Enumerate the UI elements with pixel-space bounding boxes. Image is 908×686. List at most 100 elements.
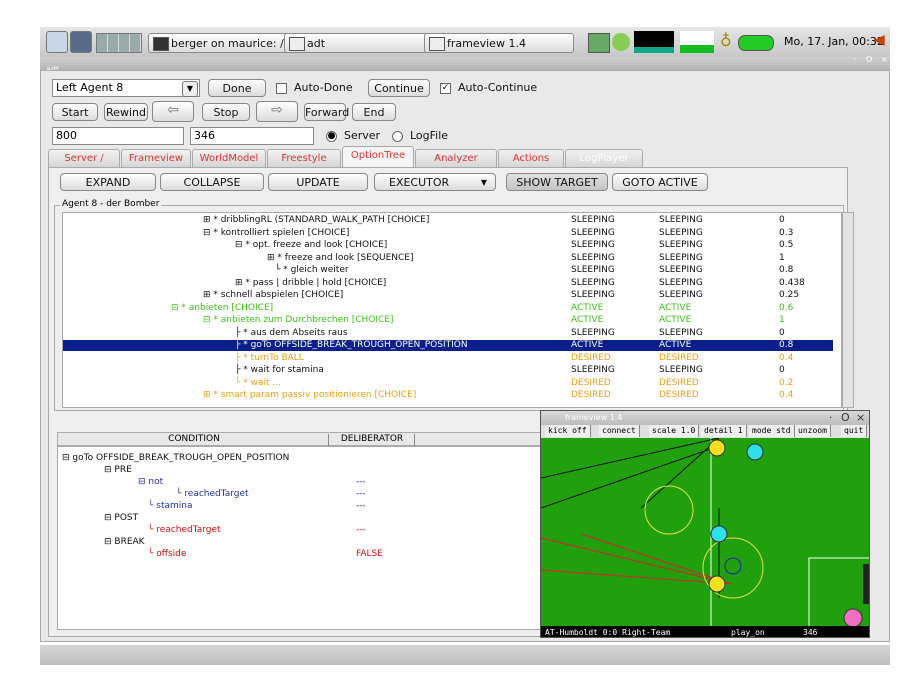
task-frameview-button[interactable]: frameview 1.4 <box>424 33 574 53</box>
tree-row[interactable]: ⊞ * dribblingRL (STANDARD_WALK_PATH [CHO… <box>63 215 833 226</box>
condition-column-header[interactable]: CONDITION <box>60 434 329 446</box>
condition-item[interactable]: └ reachedTarget <box>176 489 249 499</box>
minimize-icon[interactable]: · <box>854 55 857 64</box>
tab-analyzer[interactable]: Analyzer <box>415 149 497 167</box>
end-button[interactable]: End <box>352 103 396 121</box>
condition-value: --- <box>356 501 366 511</box>
tree-row[interactable]: ├ * wait for stamina SLEEPING SLEEPING 0 <box>63 365 833 376</box>
option-state: SLEEPING <box>571 265 615 275</box>
back-arrow-button[interactable]: ⇦ <box>152 101 194 122</box>
soccer-field[interactable] <box>541 438 870 626</box>
tree-row[interactable]: ⊞ * smart param passiv positionieren [CH… <box>63 390 833 401</box>
agent-select[interactable]: Left Agent 8 ▼ <box>52 79 200 97</box>
frame-start-field[interactable]: 800 <box>52 127 184 145</box>
player-cyan[interactable] <box>710 525 728 543</box>
frameview-menu-item[interactable]: mode std <box>749 425 795 437</box>
collapse-button[interactable]: COLLAPSE <box>160 173 264 191</box>
server-radio[interactable]: ● <box>326 131 337 142</box>
expand-button[interactable]: EXPAND <box>60 173 156 191</box>
condition-value: --- <box>356 477 366 487</box>
condition-item[interactable]: ⊟ goTo OFFSIDE_BREAK_TROUGH_OPEN_POSITIO… <box>62 453 289 463</box>
executor-select[interactable]: EXECUTOR ▼ <box>374 173 496 191</box>
frameview-menu-item[interactable]: quit <box>841 425 868 437</box>
tree-row[interactable]: ⊟ * opt. freeze and look [CHOICE] SLEEPIN… <box>63 240 833 251</box>
option-desired-state: SLEEPING <box>659 265 703 275</box>
condition-item[interactable]: ⊟ PRE <box>104 465 132 475</box>
update-button[interactable]: UPDATE <box>268 173 368 191</box>
tree-row[interactable]: ├ * turnTo BALL DESIRED DESIRED 0.4 <box>63 353 833 364</box>
forward-button[interactable]: Forward <box>304 103 349 121</box>
frameview-menu-item[interactable]: unzoom <box>795 425 831 437</box>
option-name: ⊞ * dribblingRL (STANDARD_WALK_PATH [CHO… <box>203 215 430 225</box>
start-button[interactable]: Start <box>52 103 98 121</box>
workspace-pager[interactable] <box>96 33 142 53</box>
maximize-icon[interactable]: O <box>841 411 850 425</box>
option-value: 0 <box>779 327 785 338</box>
task-terminal-button[interactable]: berger on maurice: /home/t <box>148 33 298 53</box>
close-icon[interactable]: × <box>881 55 888 64</box>
player-yellow[interactable] <box>708 575 726 593</box>
tree-row[interactable]: ⊟ * anbieten zum Durchbrechen [CHOICE] AC… <box>63 315 833 326</box>
auto-done-checkbox[interactable] <box>276 83 287 94</box>
condition-item[interactable]: ⊟ not <box>138 477 163 487</box>
server-label: Server <box>344 129 381 142</box>
frameview-menu-item[interactable]: connect <box>599 425 640 437</box>
tree-row[interactable]: ⊞ * freeze and look [SEQUENCE] SLEEPING SL… <box>63 253 833 264</box>
tab-freestyle[interactable]: Freestyle <box>267 149 341 167</box>
tree-row[interactable]: ├ * aus dem Abseits raus SLEEPING SLEEPING… <box>63 328 833 339</box>
goto-active-button[interactable]: GOTO ACTIVE <box>612 173 708 191</box>
condition-value: --- <box>356 525 366 535</box>
frameview-menu-item[interactable]: detail 1 <box>701 425 747 437</box>
frameview-menu-item[interactable]: scale 1.0 <box>649 425 700 437</box>
option-desired-state: SLEEPING <box>659 240 703 250</box>
condition-item[interactable]: └ stamina <box>148 501 193 511</box>
player-pink[interactable] <box>843 608 863 626</box>
terminal-launcher-icon[interactable] <box>70 31 92 53</box>
condition-item[interactable]: ⊟ BREAK <box>104 537 145 547</box>
tree-row[interactable]: ⊟ * anbieten [CHOICE] ACTIVE ACTIVE 0.6 <box>63 303 833 314</box>
option-state: ACTIVE <box>571 315 604 325</box>
rewind-button[interactable]: Rewind <box>104 103 148 121</box>
option-value: 0.3 <box>779 227 794 238</box>
player-yellow[interactable] <box>708 439 726 457</box>
tree-row[interactable]: └ * gleich weiter SLEEPING SLEEPING 0.8 <box>63 265 833 276</box>
condition-item[interactable]: ⊟ POST <box>104 513 138 523</box>
option-value: 0.6 <box>779 302 794 313</box>
volume-icon[interactable]: ◀ <box>874 32 885 48</box>
tree-row[interactable]: ⊞ * schnell abspielen [CHOICE] SLEEPING SL… <box>63 290 833 301</box>
tab-worldmodel[interactable]: WorldModel <box>192 149 266 167</box>
forward-arrow-button[interactable]: ⇨ <box>256 101 298 122</box>
tree-row[interactable]: └ * wait ... DESIRED DESIRED 0.2 <box>63 378 833 389</box>
tree-scrollbar[interactable] <box>842 212 854 408</box>
option-name: ⊞ * smart param passiv positionieren [CH… <box>203 390 417 400</box>
logfile-radio[interactable] <box>392 131 403 142</box>
player-cyan[interactable] <box>746 443 764 461</box>
frameview-titlebar: frameview 1.4 · O × <box>541 411 869 425</box>
tab-optiontree[interactable]: OptionTree <box>342 146 414 167</box>
tree-row[interactable]: ├ * goTo OFFSIDE_BREAK_TROUGH_OPEN_POSIT… <box>63 340 833 351</box>
continue-button[interactable]: Continue <box>368 79 430 97</box>
option-tree[interactable]: ⊞ * dribblingRL (STANDARD_WALK_PATH [CHO… <box>62 212 842 408</box>
tree-row[interactable]: ⊟ * kontrolliert spielen [CHOICE] SLEEPIN… <box>63 228 833 239</box>
tree-row[interactable]: ⊞ * pass | dribble | hold [CHOICE] SLEEPI… <box>63 278 833 289</box>
maximize-icon[interactable]: O <box>866 55 872 64</box>
condition-tree[interactable]: ⊟ goTo OFFSIDE_BREAK_TROUGH_OPEN_POSITIO… <box>57 446 541 630</box>
frame-current-field[interactable]: 346 <box>190 127 314 145</box>
tab-server-agent[interactable]: Server / Agent <box>48 149 120 182</box>
tab-frameview[interactable]: Frameview <box>121 149 191 167</box>
done-button[interactable]: Done <box>208 79 266 97</box>
frameview-window: frameview 1.4 · O × kick off connect scale… <box>540 410 870 638</box>
show-target-button[interactable]: SHOW TARGET <box>506 173 608 191</box>
start-menu-icon[interactable] <box>46 31 68 53</box>
stop-button[interactable]: Stop <box>202 103 250 121</box>
frameview-menu-item[interactable]: kick off <box>545 425 591 437</box>
condition-item[interactable]: └ offside <box>148 549 186 559</box>
close-icon[interactable]: × <box>856 411 865 425</box>
minimize-icon[interactable]: · <box>829 411 833 425</box>
tab-actions[interactable]: Actions <box>498 149 564 167</box>
deliberator-column-header[interactable]: DELIBERATOR <box>330 434 415 446</box>
tab-logplayer[interactable]: LogPlayer <box>565 149 643 167</box>
task-adt-button[interactable]: adt <box>284 33 434 53</box>
auto-continue-checkbox[interactable]: ✓ <box>440 83 451 94</box>
condition-item[interactable]: └ reachedTarget <box>148 525 221 535</box>
